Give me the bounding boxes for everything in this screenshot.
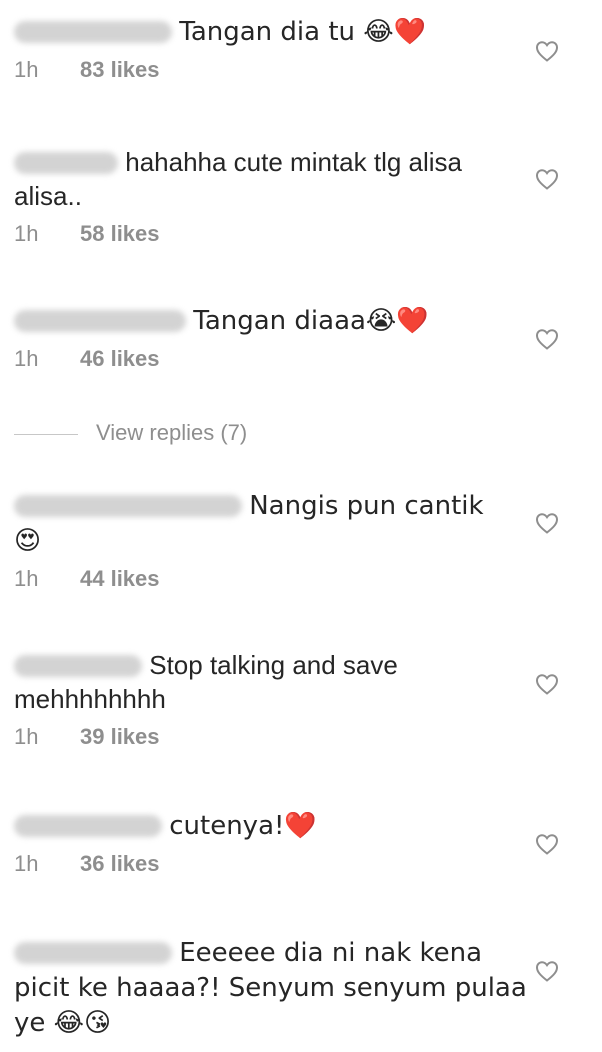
likes-count[interactable]: 36 likes [80,851,160,876]
username-redacted [14,495,242,517]
view-replies-button[interactable]: View replies (7) [14,420,247,446]
comment-time: 1h [14,724,39,749]
comment-5: Stop talking and save mehhhhhhhh 1h 39 li… [14,648,534,752]
comment-1: Tangan dia tu 😂❤️ 1h 83 likes [14,14,534,85]
likes-count[interactable]: 39 likes [80,724,160,749]
comment-time: 1h [14,221,39,246]
comment-time: 1h [14,566,39,591]
comment-meta: 1h 83 likes [14,55,534,85]
comment-4: Nangis pun cantik 😍 1h 44 likes [14,488,534,594]
comment-3: Tangan diaaa😭❤️ 1h 46 likes [14,303,534,374]
like-heart-icon[interactable] [535,328,559,350]
username-redacted [14,21,172,43]
likes-count[interactable]: 83 likes [80,57,160,82]
comment-meta: 1h 44 likes [14,564,534,594]
username-redacted [14,942,172,964]
like-heart-icon[interactable] [535,833,559,855]
username-redacted [14,655,142,677]
comment-2: hahahha cute mintak tlg alisa alisa.. 1h… [14,145,534,249]
likes-count[interactable]: 46 likes [80,346,160,371]
username-redacted [14,310,186,332]
like-heart-icon[interactable] [535,40,559,62]
comment-time: 1h [14,346,39,371]
comment-text: Tangan dia tu 😂❤️ [179,17,427,47]
likes-count[interactable]: 58 likes [80,221,160,246]
username-redacted [14,815,162,837]
comment-meta: 1h 36 likes [14,849,534,879]
replies-divider [14,433,78,435]
view-replies-label: View replies (7) [96,420,248,445]
like-heart-icon[interactable] [535,168,559,190]
like-heart-icon[interactable] [535,512,559,534]
comment-meta: 1h 58 likes [14,219,534,249]
comment-7: Eeeeee dia ni nak kena picit ke haaaa?! … [14,935,534,1040]
comment-6: cutenya!❤️ 1h 36 likes [14,808,534,879]
like-heart-icon[interactable] [535,673,559,695]
like-heart-icon[interactable] [535,960,559,982]
comment-text: cutenya!❤️ [169,811,317,841]
comment-meta: 1h 46 likes [14,344,534,374]
username-redacted [14,152,118,174]
likes-count[interactable]: 44 likes [80,566,160,591]
comment-text: Tangan diaaa😭❤️ [193,306,429,336]
comment-time: 1h [14,851,39,876]
comment-time: 1h [14,57,39,82]
comment-meta: 1h 39 likes [14,722,534,752]
